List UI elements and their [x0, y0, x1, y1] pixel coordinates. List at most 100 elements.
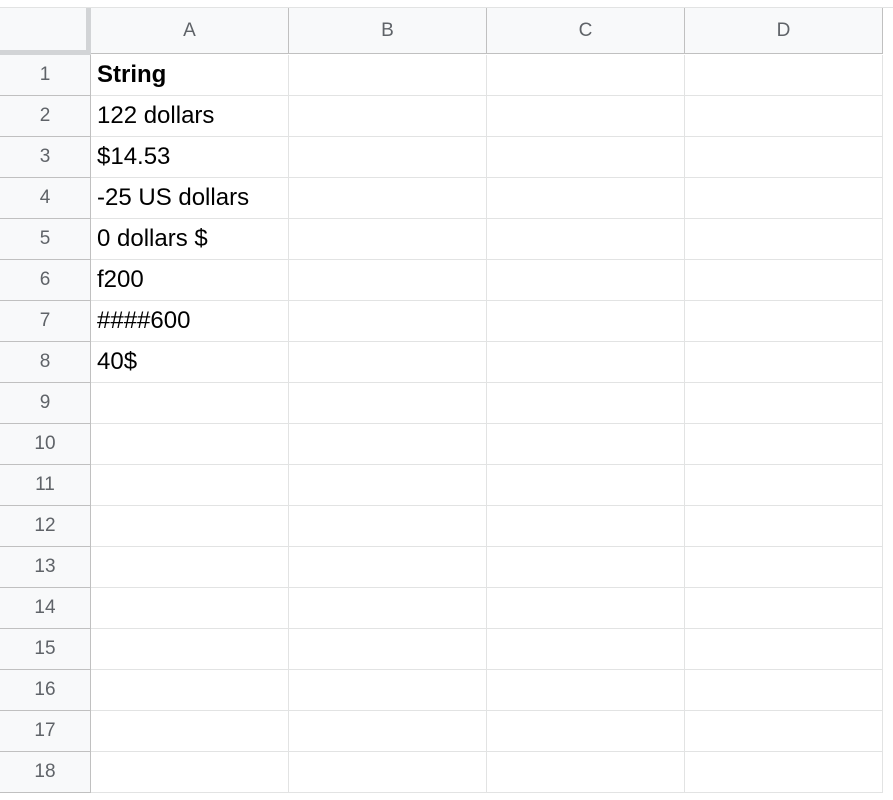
row-header-16[interactable]: 16 [0, 670, 91, 711]
cell-d8[interactable] [685, 342, 883, 383]
cell-b15[interactable] [289, 629, 487, 670]
row-header-4[interactable]: 4 [0, 178, 91, 219]
cell-c3[interactable] [487, 137, 685, 178]
cell-c11[interactable] [487, 465, 685, 506]
cell-b14[interactable] [289, 588, 487, 629]
row-header-11[interactable]: 11 [0, 465, 91, 506]
cell-b8[interactable] [289, 342, 487, 383]
cell-d15[interactable] [685, 629, 883, 670]
row-header-10[interactable]: 10 [0, 424, 91, 465]
cell-c13[interactable] [487, 547, 685, 588]
cell-c9[interactable] [487, 383, 685, 424]
row-header-7[interactable]: 7 [0, 301, 91, 342]
cell-b7[interactable] [289, 301, 487, 342]
cell-b10[interactable] [289, 424, 487, 465]
cell-d7[interactable] [685, 301, 883, 342]
cell-b1[interactable] [289, 55, 487, 96]
cell-c2[interactable] [487, 96, 685, 137]
row-header-8[interactable]: 8 [0, 342, 91, 383]
cell-c10[interactable] [487, 424, 685, 465]
cell-c15[interactable] [487, 629, 685, 670]
cell-a12[interactable] [91, 506, 289, 547]
cell-d10[interactable] [685, 424, 883, 465]
cell-c12[interactable] [487, 506, 685, 547]
cell-c8[interactable] [487, 342, 685, 383]
cell-a7[interactable]: ####600 [91, 301, 289, 342]
row-header-5[interactable]: 5 [0, 219, 91, 260]
cell-c5[interactable] [487, 219, 685, 260]
cell-a11[interactable] [91, 465, 289, 506]
cell-a9[interactable] [91, 383, 289, 424]
cell-c1[interactable] [487, 55, 685, 96]
cell-b4[interactable] [289, 178, 487, 219]
cell-c17[interactable] [487, 711, 685, 752]
table-row [91, 752, 883, 793]
cell-a1[interactable]: String [91, 55, 289, 96]
row-header-3[interactable]: 3 [0, 137, 91, 178]
table-row [91, 711, 883, 752]
cell-c6[interactable] [487, 260, 685, 301]
row-header-17[interactable]: 17 [0, 711, 91, 752]
cell-d6[interactable] [685, 260, 883, 301]
cell-c4[interactable] [487, 178, 685, 219]
column-header-d[interactable]: D [685, 8, 883, 54]
cell-a8[interactable]: 40$ [91, 342, 289, 383]
cell-b9[interactable] [289, 383, 487, 424]
cell-a10[interactable] [91, 424, 289, 465]
cell-b18[interactable] [289, 752, 487, 793]
row-header-9[interactable]: 9 [0, 383, 91, 424]
cell-d18[interactable] [685, 752, 883, 793]
table-row: f200 [91, 260, 883, 301]
cell-b16[interactable] [289, 670, 487, 711]
cell-a4[interactable]: -25 US dollars [91, 178, 289, 219]
cell-a3[interactable]: $14.53 [91, 137, 289, 178]
cell-c16[interactable] [487, 670, 685, 711]
column-header-a[interactable]: A [91, 8, 289, 54]
cell-b6[interactable] [289, 260, 487, 301]
cell-d2[interactable] [685, 96, 883, 137]
cell-d13[interactable] [685, 547, 883, 588]
table-row [91, 670, 883, 711]
cell-d12[interactable] [685, 506, 883, 547]
cell-a16[interactable] [91, 670, 289, 711]
cell-a6[interactable]: f200 [91, 260, 289, 301]
cell-b2[interactable] [289, 96, 487, 137]
row-header-6[interactable]: 6 [0, 260, 91, 301]
column-header-c[interactable]: C [487, 8, 685, 54]
cell-a14[interactable] [91, 588, 289, 629]
cell-c14[interactable] [487, 588, 685, 629]
cell-a15[interactable] [91, 629, 289, 670]
row-header-15[interactable]: 15 [0, 629, 91, 670]
cell-a17[interactable] [91, 711, 289, 752]
cell-d3[interactable] [685, 137, 883, 178]
cell-b11[interactable] [289, 465, 487, 506]
cell-a13[interactable] [91, 547, 289, 588]
row-header-12[interactable]: 12 [0, 506, 91, 547]
cell-b3[interactable] [289, 137, 487, 178]
row-header-13[interactable]: 13 [0, 547, 91, 588]
cell-b12[interactable] [289, 506, 487, 547]
row-header-1[interactable]: 1 [0, 55, 91, 96]
cell-b5[interactable] [289, 219, 487, 260]
row-header-2[interactable]: 2 [0, 96, 91, 137]
row-header-18[interactable]: 18 [0, 752, 91, 793]
cell-b13[interactable] [289, 547, 487, 588]
cell-d11[interactable] [685, 465, 883, 506]
cell-d14[interactable] [685, 588, 883, 629]
cell-a2[interactable]: 122 dollars [91, 96, 289, 137]
cell-a5[interactable]: 0 dollars $ [91, 219, 289, 260]
row-header-14[interactable]: 14 [0, 588, 91, 629]
cell-d1[interactable] [685, 55, 883, 96]
cell-d9[interactable] [685, 383, 883, 424]
cell-d5[interactable] [685, 219, 883, 260]
cell-c18[interactable] [487, 752, 685, 793]
cell-a18[interactable] [91, 752, 289, 793]
cell-d16[interactable] [685, 670, 883, 711]
cell-b17[interactable] [289, 711, 487, 752]
cell-d4[interactable] [685, 178, 883, 219]
cell-c7[interactable] [487, 301, 685, 342]
select-all-corner[interactable] [0, 8, 88, 54]
cell-d17[interactable] [685, 711, 883, 752]
column-header-b[interactable]: B [289, 8, 487, 54]
table-row [91, 547, 883, 588]
